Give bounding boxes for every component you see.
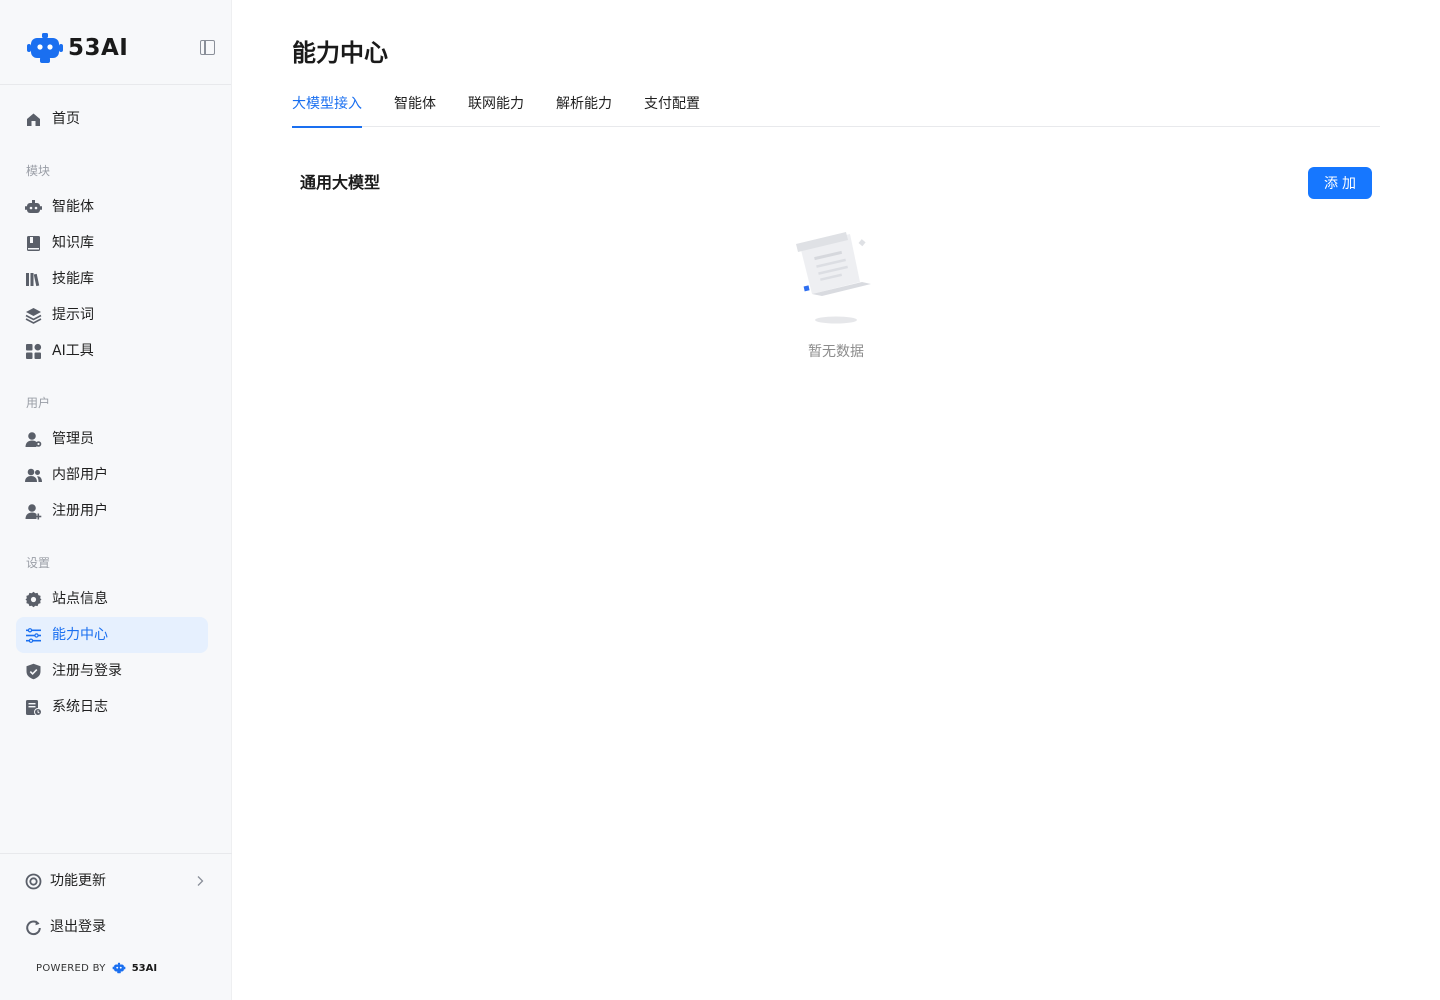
powered-by: POWERED BY 53AI	[36, 961, 157, 975]
powered-by-text: POWERED BY	[36, 962, 106, 974]
sidebar-item-agents[interactable]: 智能体	[16, 189, 208, 225]
sidebar-item-label: 退出登录	[50, 919, 106, 935]
sidebar-item-label: AI工具	[52, 343, 94, 359]
sidebar-item-skills[interactable]: 技能库	[16, 261, 208, 297]
sidebar-item-admins[interactable]: 管理员	[16, 421, 208, 457]
sidebar-item-register-login[interactable]: 注册与登录	[16, 653, 208, 689]
section-label-users: 用户	[26, 396, 51, 410]
book-icon	[27, 236, 40, 251]
sidebar-item-internal-users[interactable]: 内部用户	[16, 457, 208, 493]
chevron-right-icon	[197, 876, 204, 886]
sidebar-item-label: 管理员	[52, 431, 94, 447]
sidebar-footer: 功能更新 退出登录	[0, 853, 232, 1000]
sidebar-item-label: 首页	[52, 111, 80, 127]
sidebar-item-ai-tools[interactable]: AI工具	[16, 333, 208, 369]
sidebar-item-site-info[interactable]: 站点信息	[16, 581, 208, 617]
section-title: 通用大模型	[300, 173, 381, 192]
admin-user-icon	[25, 432, 42, 447]
tab-payment[interactable]: 支付配置	[644, 86, 700, 127]
brand-header: 53AI	[0, 0, 231, 85]
sidebar-item-updates[interactable]: 功能更新	[16, 863, 208, 899]
sidebar-item-home[interactable]: 首页	[16, 101, 208, 137]
sidebar-item-capability-center[interactable]: 能力中心	[16, 617, 208, 653]
sidebar-item-label: 提示词	[52, 307, 94, 323]
tab-parsing[interactable]: 解析能力	[556, 86, 612, 127]
robot-logo-icon	[27, 33, 63, 63]
tab-web-search[interactable]: 联网能力	[468, 86, 524, 127]
tab-bar: 大模型接入 智能体 联网能力 解析能力 支付配置	[292, 86, 1380, 128]
logout-icon	[26, 920, 41, 936]
sidebar-item-label: 站点信息	[52, 591, 108, 607]
sidebar-collapse-icon[interactable]	[200, 40, 215, 55]
sidebar-item-knowledge[interactable]: 知识库	[16, 225, 208, 261]
update-icon	[25, 873, 42, 890]
robot-icon	[25, 200, 42, 213]
home-icon	[27, 113, 40, 126]
section-label-settings: 设置	[26, 556, 51, 570]
sidebar-item-label: 注册与登录	[52, 663, 122, 679]
robot-logo-icon	[112, 962, 126, 974]
sidebar-item-label: 技能库	[52, 271, 94, 287]
layers-icon	[25, 308, 42, 324]
tab-llm-access[interactable]: 大模型接入	[292, 86, 362, 128]
sidebar: 53AI 首页 模块 智能体 知识库 技能库 提示词 AI工具 用户 管理员 内…	[0, 0, 232, 1000]
brand-name: 53AI	[68, 35, 129, 61]
sidebar-item-label: 知识库	[52, 235, 94, 251]
tab-agents[interactable]: 智能体	[394, 86, 436, 127]
sidebar-item-label: 内部用户	[52, 467, 108, 483]
section-label-modules: 模块	[26, 164, 51, 178]
users-icon	[25, 468, 42, 482]
empty-state-text: 暂无数据	[808, 344, 864, 360]
shield-icon	[26, 663, 41, 680]
user-add-icon	[25, 504, 42, 520]
sidebar-item-prompts[interactable]: 提示词	[16, 297, 208, 333]
sidebar-item-registered-users[interactable]: 注册用户	[16, 493, 208, 529]
apps-icon	[26, 343, 42, 359]
empty-state-icon	[796, 232, 871, 324]
sidebar-item-system-logs[interactable]: 系统日志	[16, 689, 208, 725]
add-button[interactable]: 添加	[1308, 167, 1372, 199]
sidebar-item-label: 智能体	[52, 199, 94, 215]
sliders-icon	[26, 628, 41, 643]
library-icon	[26, 273, 40, 287]
gear-icon	[25, 591, 42, 608]
log-icon	[26, 700, 42, 716]
sidebar-item-label: 注册用户	[52, 503, 108, 519]
logout-button[interactable]: 退出登录	[16, 909, 208, 945]
page-title: 能力中心	[292, 39, 388, 67]
sidebar-item-label: 能力中心	[52, 627, 108, 643]
sidebar-item-label: 系统日志	[52, 699, 108, 715]
powered-by-brand: 53AI	[131, 962, 158, 974]
sidebar-item-label: 功能更新	[50, 873, 106, 889]
